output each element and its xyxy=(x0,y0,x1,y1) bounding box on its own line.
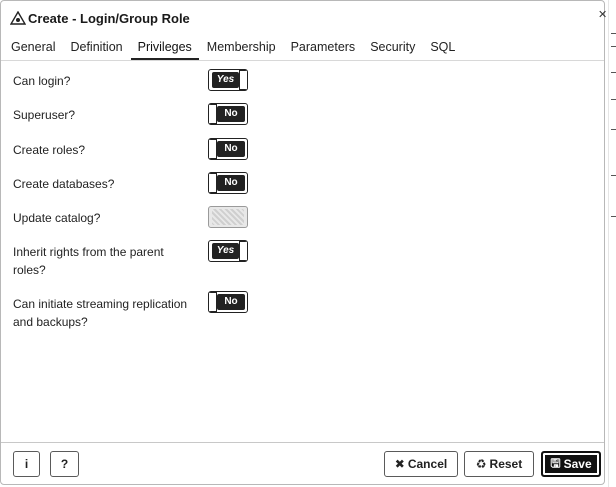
can-login-label: Can login? xyxy=(13,74,71,88)
create-roles-toggle[interactable]: No xyxy=(208,138,248,160)
info-button[interactable]: i xyxy=(13,451,40,477)
tab-sql[interactable]: SQL xyxy=(423,35,462,60)
create-role-dialog: Create - Login/Group Role General Defini… xyxy=(0,0,605,485)
dialog-footer: i ? ✖ Cancel ♻ Reset 🖫 Save xyxy=(1,442,604,485)
tab-definition[interactable]: Definition xyxy=(63,35,129,60)
create-roles-label: Create roles? xyxy=(13,143,86,157)
edge-marker xyxy=(611,99,616,100)
toggle-knob xyxy=(209,139,217,159)
update-catalog-label: Update catalog? xyxy=(13,211,101,225)
replication-toggle[interactable]: No xyxy=(208,291,248,313)
toggle-state-text: No xyxy=(217,294,245,310)
role-icon xyxy=(10,11,26,25)
privilege-row-inherit-rights: Inherit rights from the parent roles? Ye… xyxy=(13,240,573,279)
tab-bar: General Definition Privileges Membership… xyxy=(1,35,604,61)
create-databases-label: Create databases? xyxy=(13,177,115,191)
replication-label: Can initiate streaming replication and b… xyxy=(13,297,188,329)
toggle-state-text: No xyxy=(217,106,245,122)
privilege-row-create-roles: Create roles? No xyxy=(13,138,573,160)
tab-privileges[interactable]: Privileges xyxy=(130,35,199,60)
save-label: Save xyxy=(563,457,592,471)
privilege-row-replication: Can initiate streaming replication and b… xyxy=(13,291,573,331)
toggle-state-text: Yes xyxy=(212,243,239,259)
help-icon: ? xyxy=(60,457,69,471)
update-catalog-toggle xyxy=(208,206,248,228)
cancel-label: Cancel xyxy=(407,457,448,471)
create-databases-toggle[interactable]: No xyxy=(208,172,248,194)
tab-general[interactable]: General xyxy=(4,35,62,60)
close-icon[interactable]: ✕ xyxy=(598,8,607,21)
background-panel-edge xyxy=(608,0,616,487)
privilege-row-create-databases: Create databases? No xyxy=(13,172,573,194)
close-icon: ✖ xyxy=(394,457,405,471)
toggle-disabled-fill xyxy=(212,209,244,225)
reset-label: Reset xyxy=(489,457,523,471)
edge-marker xyxy=(611,175,616,176)
edge-marker xyxy=(611,72,616,73)
dialog-titlebar: Create - Login/Group Role xyxy=(1,1,604,35)
tab-membership[interactable]: Membership xyxy=(200,35,283,60)
privilege-row-can-login: Can login? Yes xyxy=(13,69,573,91)
toggle-knob xyxy=(239,241,247,261)
info-icon: i xyxy=(24,457,29,471)
edge-marker xyxy=(611,216,616,217)
superuser-toggle[interactable]: No xyxy=(208,103,248,125)
save-icon: 🖫 xyxy=(550,455,561,470)
toggle-knob xyxy=(209,104,217,124)
edge-marker xyxy=(611,46,616,47)
help-button[interactable]: ? xyxy=(50,451,79,477)
save-button[interactable]: 🖫 Save xyxy=(541,451,601,477)
reset-button[interactable]: ♻ Reset xyxy=(464,451,534,477)
recycle-icon: ♻ xyxy=(475,457,487,471)
tab-security[interactable]: Security xyxy=(363,35,422,60)
privilege-row-update-catalog: Update catalog? xyxy=(13,206,573,228)
toggle-state-text: Yes xyxy=(212,72,239,88)
superuser-label: Superuser? xyxy=(13,108,76,122)
toggle-knob xyxy=(209,292,217,312)
toggle-knob xyxy=(209,173,217,193)
privilege-row-superuser: Superuser? No xyxy=(13,103,573,125)
can-login-toggle[interactable]: Yes xyxy=(208,69,248,91)
dialog-title: Create - Login/Group Role xyxy=(28,10,190,26)
toggle-knob xyxy=(239,70,247,90)
tab-parameters[interactable]: Parameters xyxy=(284,35,363,60)
inherit-rights-label: Inherit rights from the parent roles? xyxy=(13,245,164,277)
edge-marker xyxy=(611,129,616,130)
toggle-state-text: No xyxy=(217,141,245,157)
edge-marker xyxy=(611,33,616,34)
inherit-rights-toggle[interactable]: Yes xyxy=(208,240,248,262)
cancel-button[interactable]: ✖ Cancel xyxy=(384,451,458,477)
toggle-state-text: No xyxy=(217,175,245,191)
